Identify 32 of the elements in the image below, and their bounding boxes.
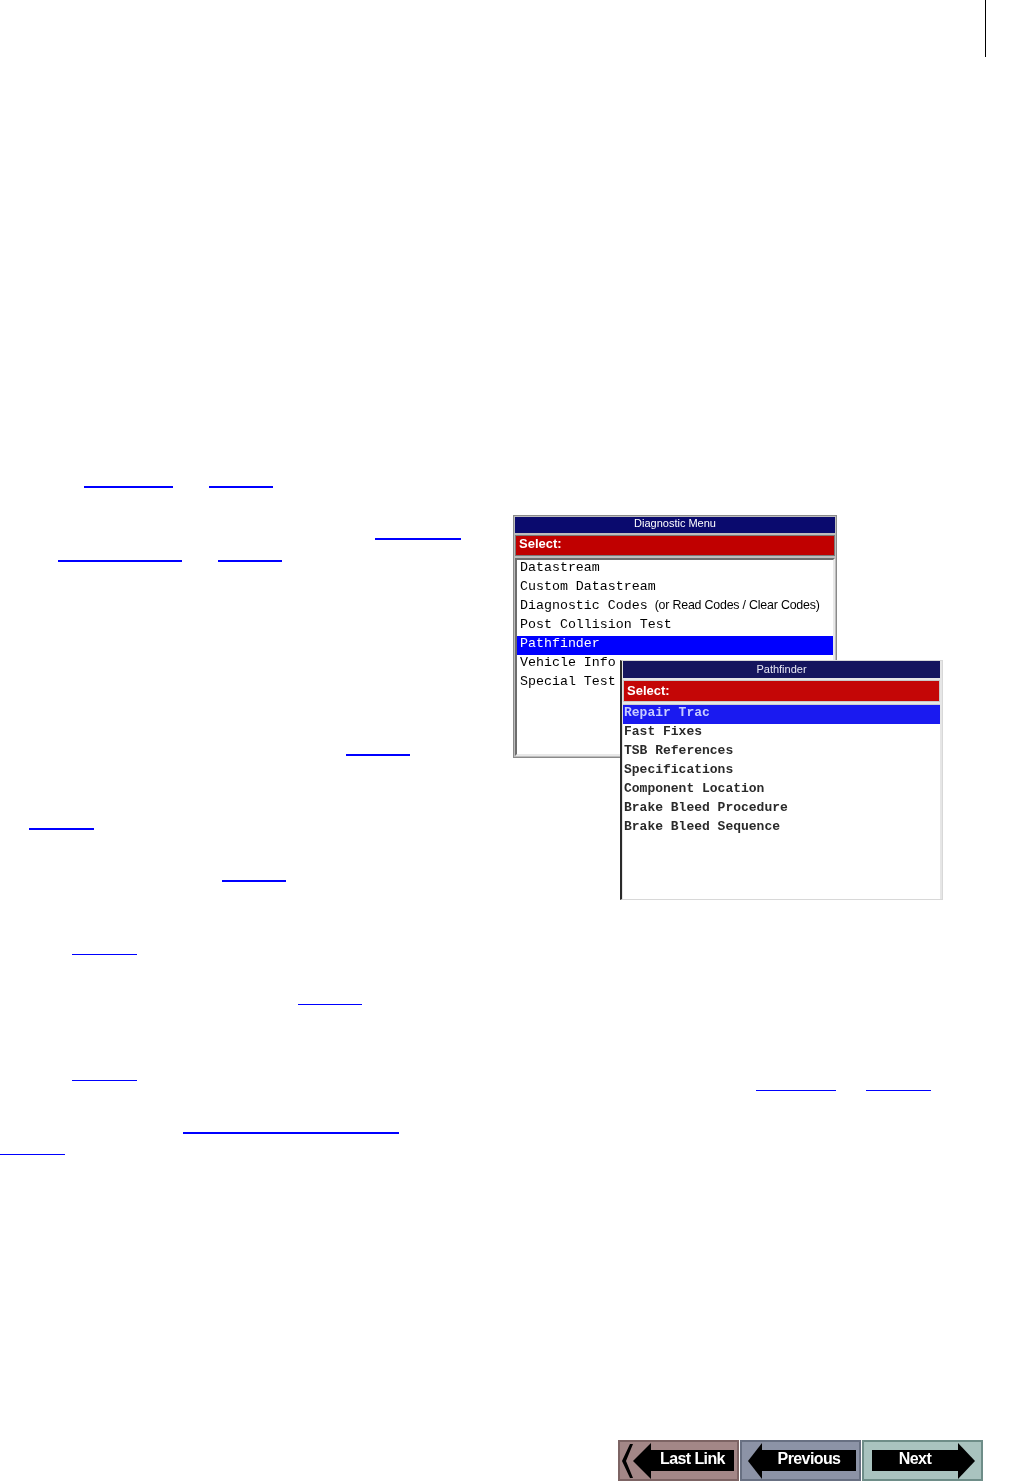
menu-item[interactable]: TSB References xyxy=(623,743,940,762)
arrow-left-icon xyxy=(748,1442,762,1479)
window-title: Diagnostic Menu xyxy=(515,517,835,533)
link-underline xyxy=(866,1090,931,1091)
menu-item[interactable]: Pathfinder xyxy=(517,636,833,655)
link-underline xyxy=(346,754,410,756)
nav-button[interactable]: Last Link xyxy=(618,1440,739,1481)
link-underline xyxy=(72,1080,137,1081)
link-underline xyxy=(222,880,286,882)
menu-item[interactable]: Repair Trac xyxy=(623,705,940,724)
link-underline xyxy=(29,828,94,830)
double-chevron-left-icon xyxy=(621,1442,651,1479)
menu-item[interactable]: Datastream xyxy=(517,560,833,579)
menu-item[interactable]: Specifications xyxy=(623,762,940,781)
link-underline xyxy=(218,560,282,562)
select-prompt: Select: xyxy=(623,680,940,702)
menu-item[interactable]: Brake Bleed Sequence xyxy=(623,819,940,838)
menu-item[interactable]: Fast Fixes xyxy=(623,724,940,743)
link-underline xyxy=(209,486,273,488)
window-title: Pathfinder xyxy=(623,661,940,678)
menu-item[interactable]: Component Location xyxy=(623,781,940,800)
link-underline xyxy=(0,1154,65,1155)
nav-button[interactable]: Previous xyxy=(740,1440,861,1481)
link-underline xyxy=(298,1004,362,1005)
menu-item[interactable]: Brake Bleed Procedure xyxy=(623,800,940,819)
menu-item[interactable]: Diagnostic Codes (or Read Codes / Clear Codes) xyxy=(517,598,833,617)
menu-item[interactable]: Post Collision Test xyxy=(517,617,833,636)
arrow-right-icon xyxy=(958,1442,975,1479)
select-prompt: Select: xyxy=(515,535,835,556)
menu-item[interactable]: Custom Datastream xyxy=(517,579,833,598)
nav-button[interactable]: Next xyxy=(862,1440,983,1481)
link-underline xyxy=(72,954,137,955)
